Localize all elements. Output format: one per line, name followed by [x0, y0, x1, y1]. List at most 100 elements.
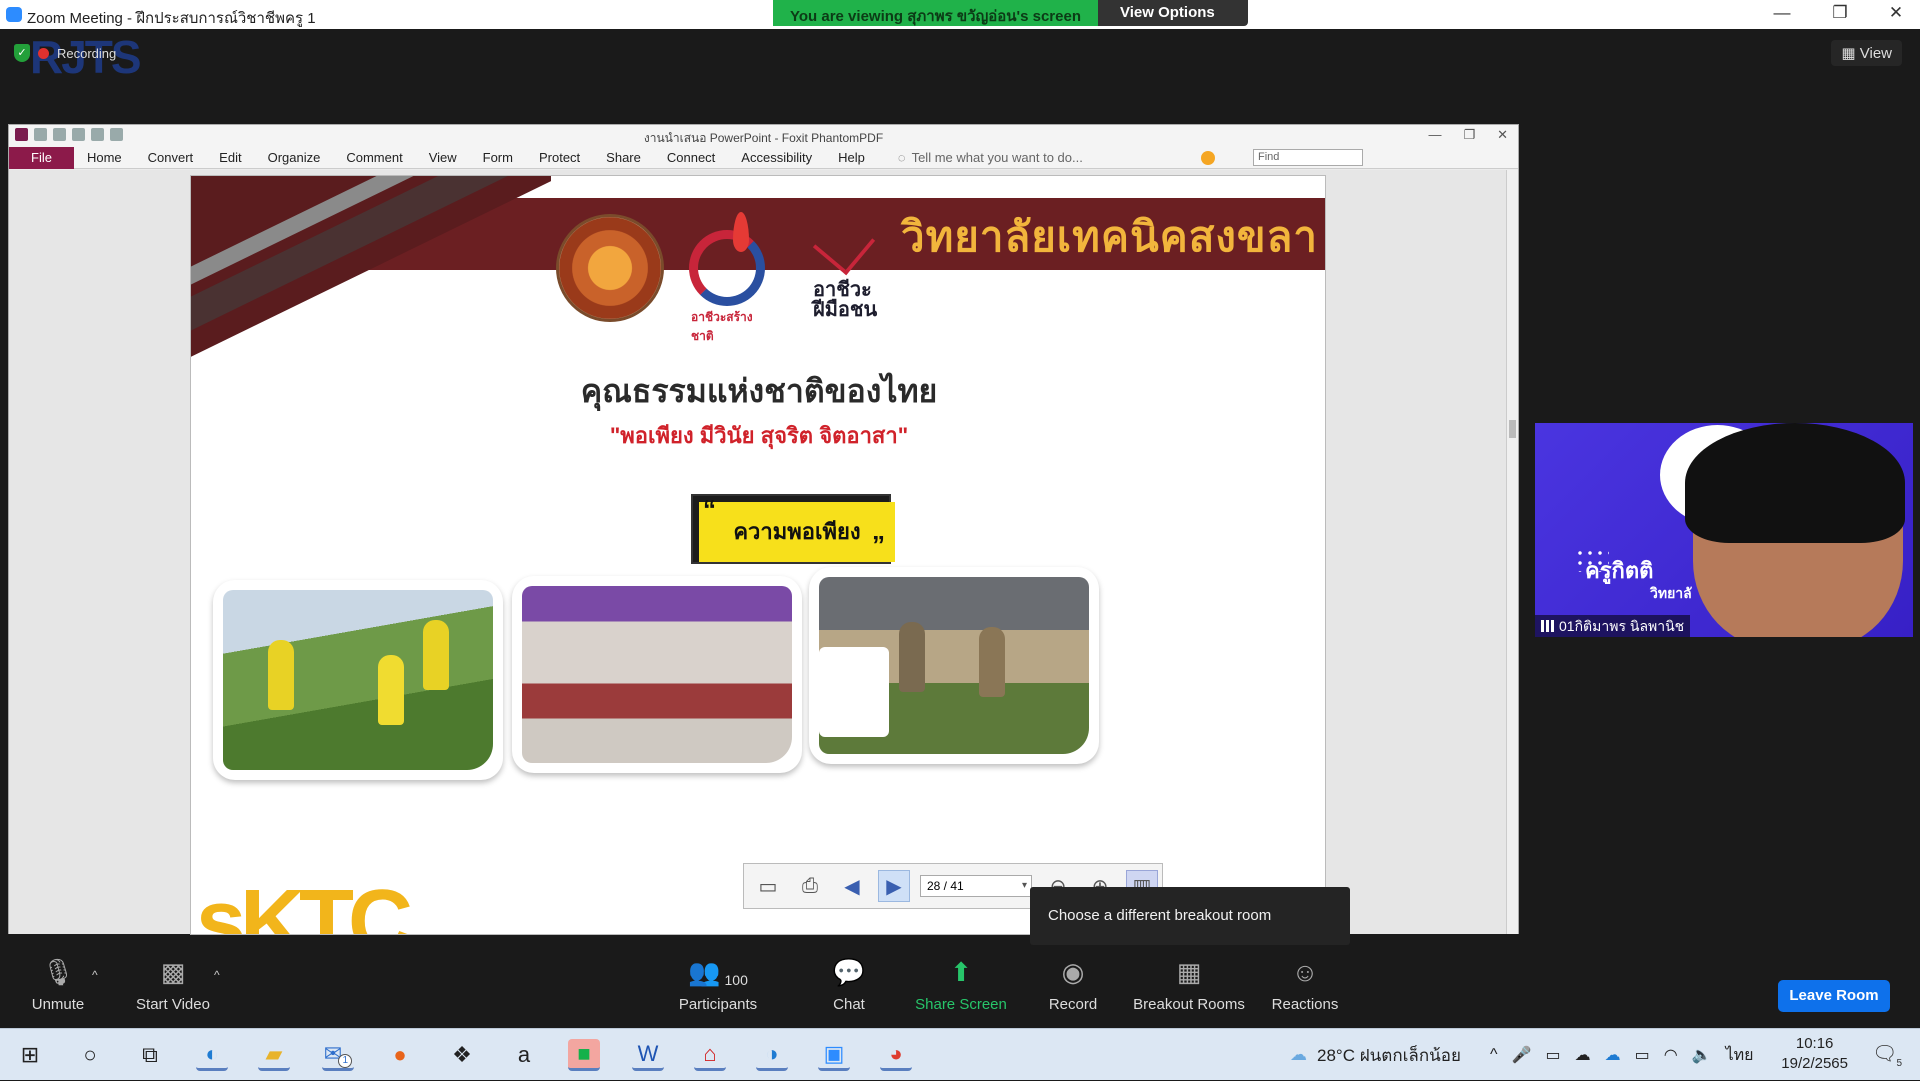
photo-figure: [979, 627, 1005, 697]
audio-options-chevron-icon[interactable]: ^: [92, 968, 98, 982]
word-icon[interactable]: W: [632, 1039, 664, 1071]
microphone-icon[interactable]: 🎤: [1512, 1045, 1532, 1065]
participants-count: 100: [724, 972, 748, 988]
heart-icon[interactable]: [1201, 151, 1215, 165]
muted-mic-icon: 🎙: [41, 957, 75, 987]
video-overlay-title: ครูกิตติ: [1585, 558, 1654, 583]
breakout-rooms-button[interactable]: ▦ Breakout Rooms: [1130, 954, 1248, 1028]
ovec-seal-logo: [556, 214, 664, 322]
pdf-titlebar: งานนำเสนอ PowerPoint - Foxit PhantomPDF …: [9, 125, 1518, 147]
notification-icon[interactable]: 🗨 5: [1872, 1041, 1902, 1069]
share-screen-icon: ⬆: [950, 957, 972, 987]
chevron-up-icon[interactable]: ^: [1490, 1046, 1498, 1064]
firefox-icon[interactable]: ●: [384, 1039, 416, 1071]
page-number-field[interactable]: 28 / 41: [920, 875, 1032, 897]
slide-heading: คุณธรรมแห่งชาติของไทย: [580, 373, 938, 409]
meeting-controls: 🎙 Unmute ^ ▩ Start Video ^ 👥 100 Particip…: [0, 954, 1920, 1028]
weather-widget[interactable]: ☁ 28°C ฝนตกเล็กน้อย: [1290, 1029, 1461, 1081]
onedrive-icon[interactable]: ☁: [1605, 1045, 1621, 1065]
record-dot-icon: [38, 47, 49, 59]
pdf-restore-icon[interactable]: ❐: [1463, 127, 1475, 143]
menu-view[interactable]: View: [416, 150, 470, 165]
pdf-minimize-icon[interactable]: —: [1428, 127, 1441, 143]
recording-label: Recording: [57, 45, 117, 61]
previous-page-button[interactable]: ◀: [836, 870, 868, 902]
mail-icon[interactable]: ✉ 1: [322, 1039, 354, 1071]
tell-me-input[interactable]: Tell me what you want to do...: [906, 150, 1083, 165]
find-input[interactable]: Find: [1253, 149, 1363, 166]
menu-home[interactable]: Home: [74, 150, 135, 165]
next-page-button[interactable]: ▶: [878, 870, 910, 902]
display-icon[interactable]: ▭: [1545, 1045, 1560, 1065]
breakout-tooltip: Choose a different breakout room: [1030, 887, 1350, 945]
start-video-button[interactable]: ▩ Start Video: [132, 954, 214, 1028]
line-icon[interactable]: ■: [568, 1039, 600, 1071]
viewing-text: You are viewing สุภาพร ขวัญอ่อน's screen: [773, 0, 1098, 26]
language-indicator[interactable]: ไทย: [1726, 1043, 1754, 1068]
pdf-window-controls: — ❐ ✕: [1428, 127, 1508, 143]
lightbulb-icon: ◌: [897, 150, 906, 165]
participant-namebar: 01กิติมาพร นิลพานิช: [1535, 615, 1691, 637]
leave-room-button[interactable]: Leave Room: [1778, 980, 1890, 1012]
save-icon[interactable]: ▭: [752, 870, 784, 902]
taskbar-clock[interactable]: 10:16 19/2/2565: [1781, 1034, 1848, 1074]
slide-photo-3: [809, 567, 1099, 764]
battery-icon[interactable]: ▭: [1635, 1045, 1650, 1065]
share-screen-label: Share Screen: [915, 996, 1007, 1013]
photo-figure: [899, 622, 925, 692]
menu-convert[interactable]: Convert: [135, 150, 207, 165]
chrome-icon[interactable]: ◕: [880, 1039, 912, 1071]
participant-video-tile[interactable]: ครูกิตติ วิทยาลั 01กิติมาพร นิลพานิช: [1535, 423, 1913, 637]
edge-icon-2[interactable]: ◑: [756, 1039, 788, 1071]
window-title: Zoom Meeting - ฝึกประสบการณ์วิชาชีพครู 1: [27, 10, 316, 27]
logo3-caption: อาชีวะ ฝีมือชน: [813, 279, 878, 321]
menu-edit[interactable]: Edit: [206, 150, 254, 165]
photo-truck: [819, 647, 889, 737]
video-options-chevron-icon[interactable]: ^: [214, 968, 220, 982]
restore-button[interactable]: ❐: [1820, 3, 1860, 23]
menu-connect[interactable]: Connect: [654, 150, 728, 165]
file-explorer-icon[interactable]: ▰: [258, 1039, 290, 1071]
slide-photo-2: [512, 576, 802, 773]
amazon-icon[interactable]: a: [508, 1039, 540, 1071]
share-screen-button[interactable]: ⬆ Share Screen: [914, 954, 1008, 1028]
menu-help[interactable]: Help: [825, 150, 878, 165]
chat-button[interactable]: 💬 Chat: [826, 954, 872, 1028]
pdf-close-icon[interactable]: ✕: [1497, 127, 1508, 143]
pdf-window-title: งานนำเสนอ PowerPoint - Foxit PhantomPDF: [643, 131, 884, 145]
windows-start-icon[interactable]: ⊞: [14, 1039, 46, 1071]
notification-count: 5: [1896, 1058, 1902, 1069]
weather-icon: ☁: [1290, 1045, 1307, 1064]
system-tray: ^ 🎤 ▭ ☁ ☁ ▭ ◠ 🔈 ไทย: [1490, 1029, 1754, 1081]
menu-protect[interactable]: Protect: [526, 150, 593, 165]
minimize-button[interactable]: —: [1762, 3, 1802, 23]
task-view-icon[interactable]: ⧉: [134, 1039, 166, 1071]
view-button[interactable]: ▦ View: [1831, 40, 1902, 66]
cloud-icon[interactable]: ☁: [1575, 1045, 1591, 1065]
menu-accessibility[interactable]: Accessibility: [728, 150, 825, 165]
record-button[interactable]: ◉ Record: [1046, 954, 1100, 1028]
unmute-button[interactable]: 🎙 Unmute: [22, 954, 94, 1028]
zoom-taskbar-icon[interactable]: ▣: [818, 1039, 850, 1071]
menu-organize[interactable]: Organize: [255, 150, 334, 165]
slide-photo-1: [213, 580, 503, 780]
reactions-button[interactable]: ☺ Reactions: [1270, 954, 1340, 1028]
recording-indicator[interactable]: ✓ Recording: [14, 44, 116, 62]
scrollbar-thumb[interactable]: [1509, 420, 1516, 438]
pdf-reader-icon[interactable]: ⌂: [694, 1039, 726, 1071]
search-icon[interactable]: ○: [74, 1039, 106, 1071]
menu-share[interactable]: Share: [593, 150, 654, 165]
print-icon[interactable]: ⎙: [794, 870, 826, 902]
menu-comment[interactable]: Comment: [333, 150, 415, 165]
view-options-button[interactable]: View Options ⌄: [1098, 0, 1248, 39]
close-button[interactable]: ✕: [1876, 3, 1916, 23]
menu-form[interactable]: Form: [470, 150, 526, 165]
pdf-vertical-scrollbar[interactable]: [1506, 170, 1518, 934]
breakout-rooms-icon: ▦: [1176, 957, 1202, 987]
edge-icon[interactable]: ◐: [196, 1039, 228, 1071]
participants-button[interactable]: 👥 100 Participants: [674, 954, 762, 1028]
wifi-icon[interactable]: ◠: [1664, 1045, 1678, 1065]
menu-file[interactable]: File: [9, 146, 74, 169]
dropbox-icon[interactable]: ❖: [446, 1039, 478, 1071]
volume-icon[interactable]: 🔈: [1692, 1045, 1712, 1065]
